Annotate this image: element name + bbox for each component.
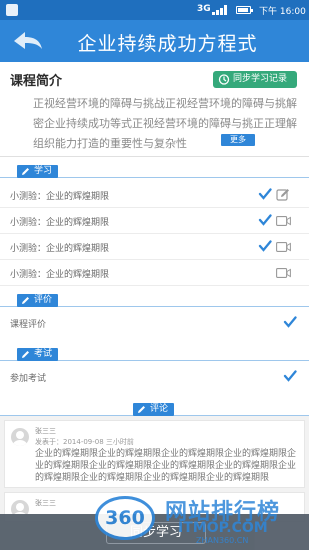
study-row-label: 小测验：企业的辉煌期限: [10, 244, 110, 254]
comment-item: 张三三 发表于：2014-09-08 三小时前 企业的辉煌期限企业的辉煌期限企业…: [4, 420, 305, 488]
comment-author: 张三三: [35, 499, 56, 507]
video-icon[interactable]: [276, 216, 291, 226]
exam-row[interactable]: 参加考试: [0, 364, 309, 390]
page-title: 企业持续成功方程式: [77, 33, 258, 55]
check-icon: [258, 214, 272, 226]
study-row[interactable]: 小测验：企业的辉煌期限: [0, 260, 309, 286]
check-icon: [258, 240, 272, 252]
study-row-label: 小测验：企业的辉煌期限: [10, 192, 110, 202]
exam-row-label: 参加考试: [10, 374, 47, 384]
signal-icon: [212, 5, 230, 15]
pencil-icon: [138, 406, 145, 413]
evaluation-row-label: 课程评价: [10, 320, 47, 330]
tab-study-label: 学习: [34, 166, 53, 176]
comment-meta: 发表于：2014-09-08 三小时前: [35, 438, 134, 446]
comment-author: 张三三: [35, 427, 56, 435]
pencil-icon: [22, 351, 29, 358]
intro-text: 正视经营环境的障碍与挑战正视经营环境的障碍与挑解密企业持续成功等式正视经营环境的…: [33, 97, 297, 150]
intro-title: 课程简介: [10, 74, 63, 89]
watermark-subdomain: ZHAN360.CN: [196, 536, 249, 545]
tab-evaluation: 评价: [17, 294, 59, 307]
sync-icon: [218, 74, 230, 85]
comment-body: 企业的辉煌期限企业的辉煌期限企业的辉煌期限企业的辉煌期限企业的辉煌期限企业的辉煌…: [35, 449, 297, 483]
top-bar: 企业持续成功方程式: [0, 20, 309, 62]
sync-record-button[interactable]: 同步学习记录: [213, 71, 297, 88]
network-type: 3G: [197, 4, 211, 14]
tab-comments: 评论: [133, 403, 175, 416]
watermark-domain: ITMOP.COM: [178, 520, 268, 536]
tab-comments-label: 评论: [150, 404, 169, 414]
avatar: [11, 428, 29, 446]
app-notification-icon: [6, 4, 18, 16]
divider: [0, 156, 309, 157]
sync-record-label: 同步学习记录: [233, 74, 288, 84]
tab-evaluation-label: 评价: [34, 295, 53, 305]
watermark-badge: 360: [95, 496, 155, 540]
more-button[interactable]: 更多: [221, 134, 255, 146]
pencil-icon: [22, 168, 29, 175]
battery-icon: [236, 6, 253, 14]
check-icon: [283, 316, 297, 328]
status-time: 下午 16:00: [259, 7, 306, 17]
study-row[interactable]: 小测验：企业的辉煌期限: [0, 208, 309, 234]
video-icon[interactable]: [276, 242, 291, 252]
pencil-icon: [22, 297, 29, 304]
tab-exam-label: 考试: [34, 349, 53, 359]
edit-icon[interactable]: [276, 188, 290, 202]
video-icon[interactable]: [276, 268, 291, 278]
study-row[interactable]: 小测验：企业的辉煌期限: [0, 182, 309, 208]
check-icon: [258, 188, 272, 200]
evaluation-row[interactable]: 课程评价: [0, 310, 309, 336]
study-row-label: 小测验：企业的辉煌期限: [10, 218, 110, 228]
study-row[interactable]: 小测验：企业的辉煌期限: [0, 234, 309, 260]
tab-exam: 考试: [17, 348, 59, 361]
study-row-label: 小测验：企业的辉煌期限: [10, 270, 110, 280]
status-bar: 3G 下午 16:00: [0, 0, 309, 20]
check-icon: [283, 370, 297, 382]
tab-study: 学习: [17, 165, 59, 178]
